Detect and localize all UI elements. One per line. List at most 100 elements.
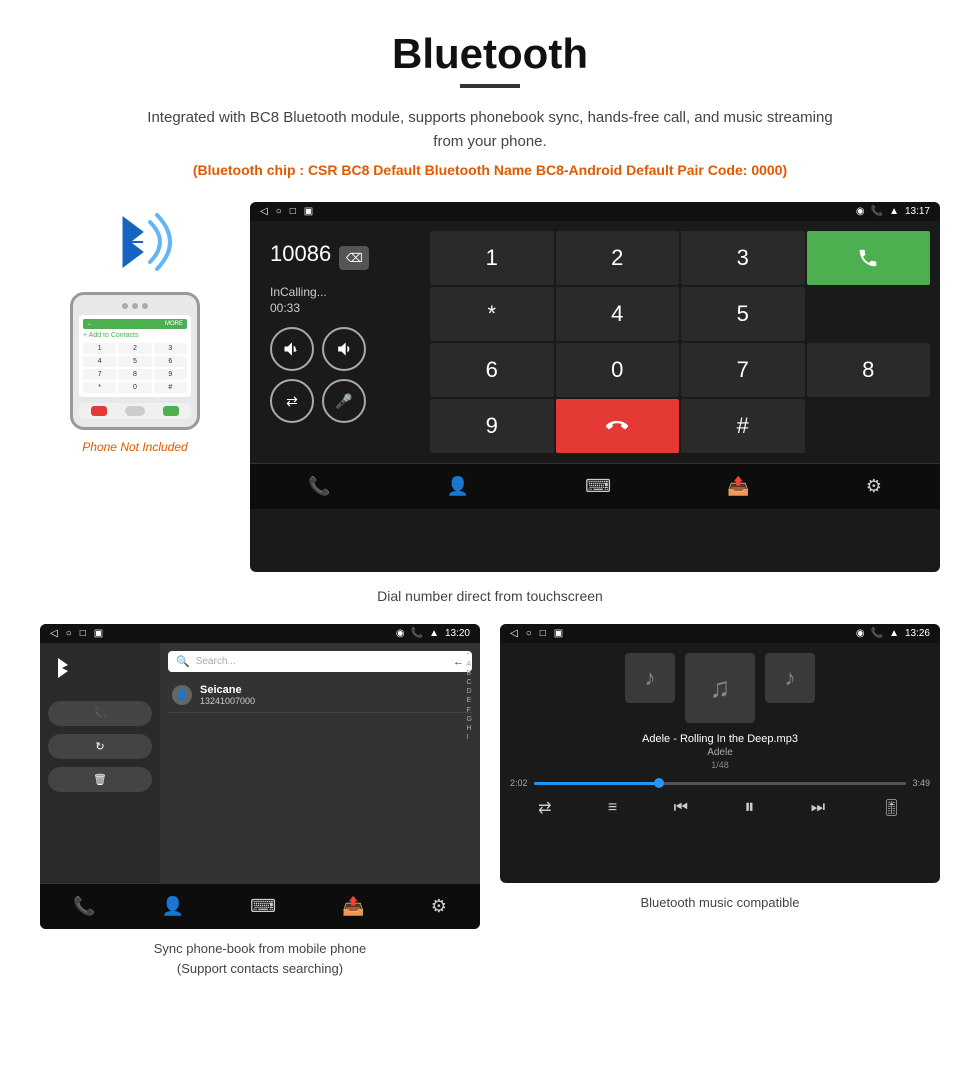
music-controls: ⇄ ≡ ⏮ ⏸ ⏭ 🎚 — [510, 796, 930, 819]
key-8[interactable]: 8 — [807, 343, 931, 397]
pb-bottom-bar: 📞 👤 ⌨ 📤 ⚙ — [40, 883, 480, 929]
pb-search-bar[interactable]: 🔍 Search... ← — [168, 651, 472, 672]
volume-up-btn[interactable]: + — [270, 327, 314, 371]
keypad-panel: 1 2 3 * 4 5 6 0 7 8 — [430, 231, 930, 453]
music-item: ◁○□▣ ◉📞▲ 13:26 ♪ ♫ ♪ Adele - Rolling In … — [500, 624, 940, 978]
status-bar: ◁ ○ □ ▣ ◉ 📞 ▲ 13:17 — [250, 202, 940, 221]
pb-back-icon: ← — [453, 656, 464, 668]
search-placeholder: Search... — [196, 656, 236, 667]
music-current-time: 2:02 — [510, 778, 528, 788]
pb-bluetooth-icon — [48, 653, 152, 689]
wifi-icon: ▲ — [889, 206, 899, 217]
music-total-time: 3:49 — [912, 778, 930, 788]
phone-icon: 📞 — [871, 206, 883, 217]
transfer-btn[interactable]: ⇄ — [270, 379, 314, 423]
key-0[interactable]: 0 — [556, 343, 680, 397]
pb-caption: Sync phone-book from mobile phone(Suppor… — [40, 939, 480, 978]
music-caption: Bluetooth music compatible — [500, 893, 940, 913]
pb-time: 13:20 — [445, 628, 470, 639]
key-1[interactable]: 1 — [430, 231, 554, 285]
dial-number: 10086 — [270, 241, 331, 267]
answer-call-btn[interactable] — [807, 231, 931, 285]
pb-contacts-icon[interactable]: 👤 — [162, 896, 184, 917]
key-7[interactable]: 7 — [681, 343, 805, 397]
music-progress-fill — [534, 782, 665, 785]
music-progress-bar[interactable] — [534, 782, 907, 785]
end-call-btn[interactable] — [556, 399, 680, 453]
contact-number: 13241007000 — [200, 696, 255, 706]
phone-left-panel: ← MORE + Add to Contacts 123 456 789 *0# — [40, 202, 230, 454]
phone-add-contact: + Add to Contacts — [83, 332, 187, 339]
phonebook-screen: ◁○□▣ ◉📞▲ 13:20 📞 — [40, 624, 480, 929]
dial-screen: ◁ ○ □ ▣ ◉ 📞 ▲ 13:17 10086 ⌫ — [250, 202, 940, 572]
music-progress-dot — [654, 778, 664, 788]
pb-alphabet-list: *ABCDEFGHI — [467, 651, 472, 742]
contact-name: Seicane — [200, 684, 255, 696]
pb-right-panel: 🔍 Search... ← 👤 Seicane 13241007000 — [160, 643, 480, 883]
contact-info: Seicane 13241007000 — [200, 684, 255, 706]
menu-btn[interactable]: ≡ — [608, 799, 617, 817]
title-divider — [460, 84, 520, 88]
nav-back: ◁ — [260, 206, 268, 217]
phone-not-included-label: Phone Not Included — [82, 440, 187, 454]
settings-nav-icon[interactable]: ⚙ — [866, 476, 882, 497]
pb-call-btn[interactable]: 📞 — [48, 701, 152, 726]
svg-text:+: + — [294, 347, 298, 354]
in-calling-label: InCalling... — [270, 285, 410, 299]
music-progress-row: 2:02 3:49 — [510, 778, 930, 788]
nav-home: ○ — [276, 206, 282, 217]
equalizer-btn[interactable]: 🎚 — [881, 798, 901, 818]
key-4[interactable]: 4 — [556, 287, 680, 341]
volume-down-btn[interactable] — [322, 327, 366, 371]
pb-delete-btn[interactable]: 🗑 — [48, 767, 152, 792]
pb-left-panel: 📞 ↻ 🗑 — [40, 643, 160, 883]
pb-dialpad-icon[interactable]: ⌨ — [250, 896, 276, 917]
play-pause-btn[interactable]: ⏸ — [744, 796, 754, 819]
transfer-nav-icon[interactable]: 📤 — [727, 476, 749, 497]
music-album-current: ♫ — [685, 653, 755, 723]
status-time: 13:17 — [905, 206, 930, 217]
key-hash[interactable]: # — [681, 399, 805, 453]
pb-transfer-icon[interactable]: 📤 — [342, 896, 364, 917]
page-title: Bluetooth — [40, 30, 940, 78]
phone-mockup: ← MORE + Add to Contacts 123 456 789 *0# — [70, 292, 200, 430]
shuffle-btn[interactable]: ⇄ — [538, 798, 551, 818]
music-screen: ◁○□▣ ◉📞▲ 13:26 ♪ ♫ ♪ Adele - Rolling In … — [500, 624, 940, 883]
android-bottom-bar: 📞 👤 ⌨ 📤 ⚙ — [250, 463, 940, 509]
nav-screenshot: ▣ — [304, 206, 313, 217]
description-text: Integrated with BC8 Bluetooth module, su… — [140, 106, 840, 154]
contacts-icon[interactable]: 👤 — [447, 476, 469, 497]
music-albums: ♪ ♫ ♪ — [510, 653, 930, 723]
music-song-title: Adele - Rolling In the Deep.mp3 — [510, 733, 930, 745]
key-3[interactable]: 3 — [681, 231, 805, 285]
next-btn[interactable]: ⏭ — [811, 799, 825, 817]
key-2[interactable]: 2 — [556, 231, 680, 285]
music-artist: Adele — [510, 747, 930, 758]
music-content: ♪ ♫ ♪ Adele - Rolling In the Deep.mp3 Ad… — [500, 643, 940, 883]
delete-btn[interactable]: ⌫ — [339, 246, 369, 270]
mute-btn[interactable]: 🎤 — [322, 379, 366, 423]
bottom-row: ◁○□▣ ◉📞▲ 13:20 📞 — [40, 624, 940, 978]
music-track-num: 1/48 — [510, 760, 930, 770]
contact-row: 👤 Seicane 13241007000 — [168, 678, 472, 713]
calls-icon[interactable]: 📞 — [308, 476, 330, 497]
key-9[interactable]: 9 — [430, 399, 554, 453]
music-status-bar: ◁○□▣ ◉📞▲ 13:26 — [500, 624, 940, 643]
key-5[interactable]: 5 — [681, 287, 805, 341]
pb-status-bar: ◁○□▣ ◉📞▲ 13:20 — [40, 624, 480, 643]
music-album-prev: ♪ — [625, 653, 675, 703]
specs-text: (Bluetooth chip : CSR BC8 Default Blueto… — [40, 162, 940, 178]
music-time: 13:26 — [905, 628, 930, 639]
pb-calls-icon[interactable]: 📞 — [73, 896, 95, 917]
prev-btn[interactable]: ⏮ — [674, 799, 688, 817]
dial-caption: Dial number direct from touchscreen — [40, 588, 940, 604]
location-icon: ◉ — [856, 206, 865, 217]
nav-recent: □ — [290, 206, 296, 217]
key-star[interactable]: * — [430, 287, 554, 341]
pb-settings-icon[interactable]: ⚙ — [431, 896, 447, 917]
key-6[interactable]: 6 — [430, 343, 554, 397]
pb-sync-btn[interactable]: ↻ — [48, 734, 152, 759]
main-section: ← MORE + Add to Contacts 123 456 789 *0# — [40, 202, 940, 572]
dialpad-icon[interactable]: ⌨ — [585, 476, 611, 497]
bluetooth-icon — [95, 202, 175, 282]
